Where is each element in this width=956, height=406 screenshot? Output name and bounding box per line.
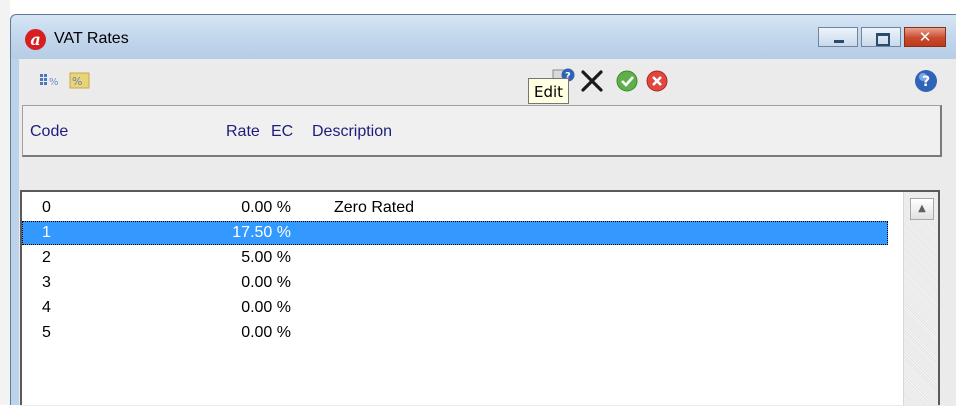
vat-code-cell: 1	[42, 224, 51, 242]
cancel-icon[interactable]	[644, 68, 670, 94]
column-header-description[interactable]: Description	[312, 123, 392, 141]
close-button[interactable]: ✕	[904, 27, 946, 47]
table-row[interactable]: 5 0.00 %	[22, 321, 888, 345]
table-row[interactable]: 4 0.00 %	[22, 296, 888, 320]
vat-rate-cell: 0.00 %	[241, 274, 291, 292]
vat-rate-cell: 17.50 %	[232, 224, 291, 242]
vat-percent-alt-icon[interactable]: %	[67, 68, 93, 94]
column-header: Code Rate EC Description	[22, 105, 942, 157]
vat-code-cell: 3	[42, 274, 51, 292]
column-header-code[interactable]: Code	[30, 123, 68, 141]
column-header-rate[interactable]: Rate	[226, 123, 260, 141]
vertical-scrollbar[interactable]: ▲	[903, 192, 938, 405]
vat-rates-list[interactable]: 0 0.00 % Zero Rated 1 17.50 % 2 5.00 % 3 0.00 % 4…	[20, 190, 940, 405]
desktop-edge	[0, 0, 10, 405]
maximize-button[interactable]	[861, 27, 901, 47]
delete-icon[interactable]	[579, 68, 605, 94]
window-title: VAT Rates	[54, 30, 129, 48]
title-bar[interactable]: a VAT Rates ✕	[11, 15, 956, 59]
table-row[interactable]: 0 0.00 % Zero Rated	[22, 196, 888, 220]
table-row[interactable]: 3 0.00 %	[22, 271, 888, 295]
vat-code-cell: 0	[42, 199, 51, 217]
vat-code-cell: 4	[42, 299, 51, 317]
svg-text:?: ?	[922, 74, 930, 90]
svg-text:%: %	[49, 77, 59, 88]
column-header-ec[interactable]: EC	[271, 123, 293, 141]
vat-rate-cell: 0.00 %	[241, 324, 291, 342]
vat-code-cell: 5	[42, 324, 51, 342]
vat-percent-icon[interactable]: %	[38, 68, 64, 94]
svg-text:%: %	[72, 75, 82, 88]
scroll-up-arrow-icon[interactable]: ▲	[910, 198, 934, 220]
help-icon[interactable]: ?	[913, 68, 939, 94]
vat-description-cell: Zero Rated	[334, 199, 414, 217]
accept-icon[interactable]	[614, 68, 640, 94]
minimize-button[interactable]	[818, 27, 858, 47]
vat-rate-cell: 0.00 %	[241, 199, 291, 217]
edit-tooltip: Edit	[528, 78, 569, 104]
toolbar: % % ? ?	[19, 59, 956, 101]
vat-code-cell: 2	[42, 249, 51, 267]
app-logo-icon[interactable]: a	[25, 29, 46, 50]
vat-rate-cell: 5.00 %	[241, 249, 291, 267]
window-controls: ✕	[818, 27, 946, 49]
table-row[interactable]: 2 5.00 %	[22, 246, 888, 270]
table-row[interactable]: 1 17.50 %	[22, 221, 888, 245]
vat-rate-cell: 0.00 %	[241, 299, 291, 317]
